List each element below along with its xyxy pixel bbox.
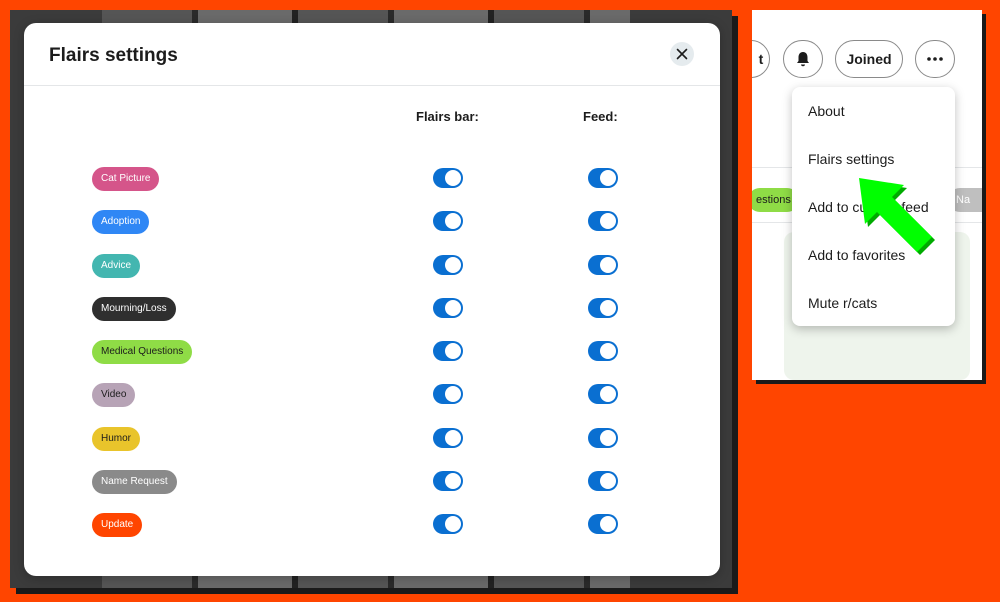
column-header-feed: Feed: [583, 109, 618, 124]
flair-row: Name Request [24, 467, 720, 510]
flairs-bar-toggle[interactable] [433, 427, 463, 448]
toggle-knob [445, 256, 461, 273]
toggle-knob [600, 213, 616, 230]
notifications-button[interactable] [783, 40, 823, 78]
toggle-knob [445, 516, 461, 533]
flair-pill: Cat Picture [92, 167, 160, 191]
bell-icon [797, 52, 809, 67]
toggle-knob [600, 516, 616, 533]
feed-toggle[interactable] [588, 254, 618, 275]
pointer-arrow-icon [859, 178, 935, 255]
flair-row: Medical Questions [24, 337, 720, 380]
toggle-knob [445, 429, 461, 446]
joined-button-label: Joined [846, 51, 892, 67]
flair-row: Cat Picture [24, 164, 720, 207]
toggle-knob [600, 170, 616, 186]
feed-toggle[interactable] [588, 297, 618, 318]
backdrop-photo-strip-bottom [102, 576, 630, 588]
flair-pill: Medical Questions [92, 340, 193, 365]
toggle-knob [445, 170, 461, 186]
flair-pill: Name Request [92, 470, 177, 495]
column-header-flairs-bar: Flairs bar: [416, 109, 479, 124]
menu-item-mute-subreddit[interactable]: Mute r/cats [808, 295, 877, 311]
feed-toggle[interactable] [588, 168, 618, 188]
flairs-bar-toggle[interactable] [433, 341, 463, 362]
toggle-knob [445, 343, 461, 360]
feed-toggle[interactable] [588, 211, 618, 232]
flairs-bar-toggle[interactable] [433, 514, 463, 535]
flair-row: Video [24, 380, 720, 423]
menu-item-flairs-settings[interactable]: Flairs settings [808, 151, 894, 167]
toggle-knob [445, 213, 461, 230]
flair-pill: Adoption [92, 210, 150, 235]
toggle-knob [600, 386, 616, 403]
flair-row: Adoption [24, 207, 720, 250]
flair-row: Mourning/Loss [24, 294, 720, 337]
flairs-bar-toggle[interactable] [433, 254, 463, 275]
toggle-knob [600, 256, 616, 273]
toggle-knob [445, 386, 461, 403]
flair-pill: Video [92, 383, 136, 408]
flair-pill: Advice [92, 253, 141, 278]
toggle-knob [600, 473, 616, 490]
toggle-knob [600, 343, 616, 360]
joined-button[interactable]: Joined [835, 40, 903, 78]
join-button[interactable]: t [752, 40, 770, 78]
modal-title: Flairs settings [49, 45, 178, 66]
close-button[interactable] [670, 42, 694, 66]
toggle-knob [600, 299, 616, 316]
toggle-knob [600, 429, 616, 446]
flair-row: Update [24, 510, 720, 553]
feed-toggle[interactable] [588, 384, 618, 405]
flairs-settings-modal: Flairs settings Flairs bar: Feed: Cat Pi… [24, 23, 720, 576]
flair-list: Cat Picture Adoption Advice Mourning/Loss Me… [24, 164, 720, 554]
more-horizontal-icon [927, 57, 943, 61]
feed-toggle[interactable] [588, 471, 618, 492]
flairs-bar-toggle[interactable] [433, 297, 463, 318]
flairs-bar-toggle[interactable] [433, 384, 463, 405]
modal-header: Flairs settings [24, 23, 720, 86]
flair-pill: Mourning/Loss [92, 296, 176, 321]
flairs-bar-toggle[interactable] [433, 168, 463, 188]
more-options-button[interactable] [915, 40, 955, 78]
toggle-knob [445, 473, 461, 490]
flairs-bar-toggle[interactable] [433, 211, 463, 232]
close-icon [676, 48, 688, 60]
flair-row: Humor [24, 424, 720, 467]
flair-row: Advice [24, 251, 720, 294]
toggle-knob [445, 299, 461, 316]
join-button-label: t [758, 51, 764, 67]
flairs-bar-toggle[interactable] [433, 471, 463, 492]
flair-pill: Update [92, 513, 143, 538]
flair-pill: Humor [92, 426, 141, 451]
menu-item-about[interactable]: About [808, 103, 845, 119]
feed-toggle[interactable] [588, 427, 618, 448]
feed-toggle[interactable] [588, 514, 618, 535]
feed-toggle[interactable] [588, 341, 618, 362]
